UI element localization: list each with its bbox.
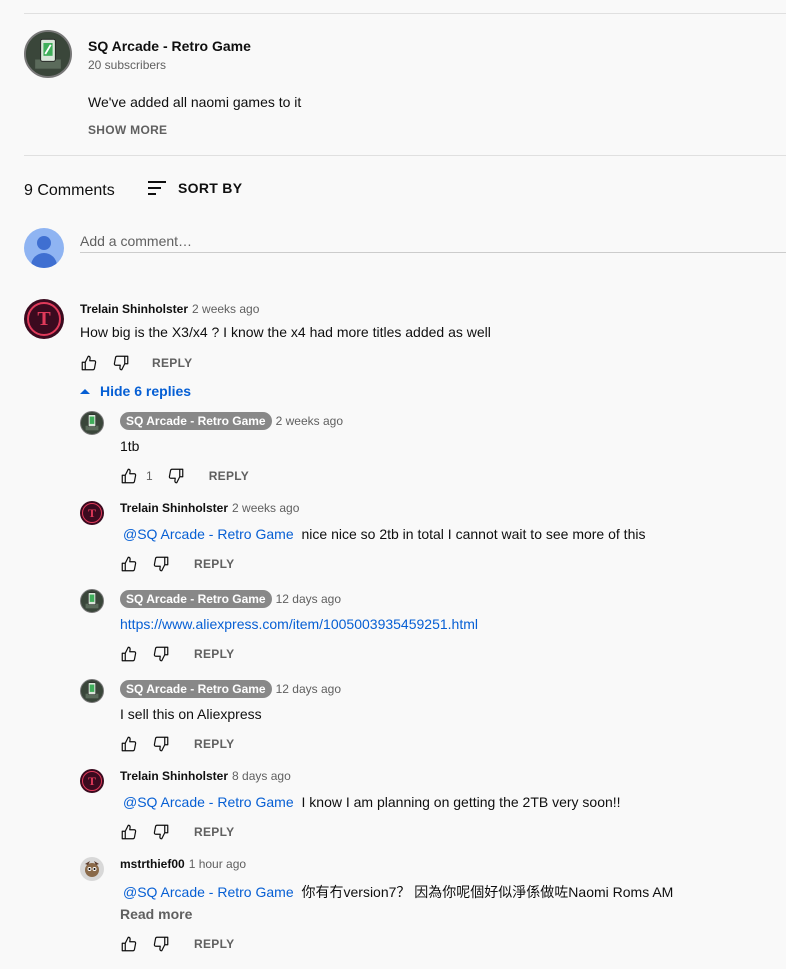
- show-more-button[interactable]: SHOW MORE: [88, 123, 167, 137]
- user-avatar-icon: [24, 228, 64, 268]
- thumb-up-icon[interactable]: [80, 354, 98, 372]
- thumb-up-icon[interactable]: [120, 645, 138, 663]
- reply-button[interactable]: REPLY: [194, 937, 234, 951]
- comment-text: How big is the X3/x4 ? I know the x4 had…: [80, 324, 491, 340]
- t-logo-icon: T: [87, 505, 96, 520]
- thumb-down-icon[interactable]: [167, 467, 185, 485]
- reply-item: mstrthief00 1 hour ago @SQ Arcade - Retro …: [80, 857, 786, 952]
- t-logo-icon: T: [37, 307, 51, 330]
- comment-text: 1tb: [120, 438, 139, 454]
- thumb-down-icon[interactable]: [152, 935, 170, 953]
- thumb-up-icon[interactable]: [120, 735, 138, 753]
- avatar[interactable]: [80, 589, 104, 613]
- comment-text: I sell this on Aliexpress: [120, 706, 262, 722]
- comment-text: @SQ Arcade - Retro Game nice nice so 2tb…: [120, 526, 645, 542]
- thumb-down-icon[interactable]: [152, 645, 170, 663]
- thumb-down-icon[interactable]: [152, 823, 170, 841]
- chevron-up-icon: [80, 388, 90, 394]
- comments-count: 9 Comments: [24, 182, 115, 199]
- avatar[interactable]: T: [80, 769, 104, 793]
- hide-replies-label: Hide 6 replies: [100, 383, 192, 399]
- sq-arcade-logo-icon: [26, 32, 70, 76]
- thumb-up-icon[interactable]: [120, 555, 138, 573]
- sort-by-label: SORT BY: [178, 180, 243, 196]
- thumb-up-icon[interactable]: [120, 935, 138, 953]
- mention-link[interactable]: @SQ Arcade - Retro Game: [123, 884, 294, 900]
- mention-link[interactable]: @SQ Arcade - Retro Game: [123, 794, 294, 810]
- reply-button[interactable]: REPLY: [194, 825, 234, 839]
- comment-time[interactable]: 8 days ago: [232, 769, 291, 783]
- top-divider: [24, 13, 786, 14]
- avatar[interactable]: [80, 857, 104, 881]
- comment-body: nice nice so 2tb in total I cannot wait …: [301, 526, 646, 542]
- thumb-up-icon[interactable]: [120, 467, 138, 485]
- comment-time[interactable]: 12 days ago: [276, 682, 341, 696]
- channel-name[interactable]: SQ Arcade - Retro Game: [88, 38, 251, 54]
- read-more-button[interactable]: Read more: [120, 906, 192, 922]
- comment-text: @SQ Arcade - Retro Game 你有冇version7？ 因為你…: [120, 882, 673, 902]
- comments-divider: [24, 155, 786, 156]
- add-comment-row: [24, 228, 786, 268]
- comment-time[interactable]: 12 days ago: [276, 592, 341, 606]
- avatar[interactable]: T: [80, 501, 104, 525]
- thumb-down-icon[interactable]: [152, 555, 170, 573]
- comment-body: I know I am planning on getting the 2TB …: [301, 794, 621, 810]
- reply-button[interactable]: REPLY: [194, 557, 234, 571]
- reply-button[interactable]: REPLY: [152, 356, 192, 370]
- comment-thread: T Trelain Shinholster 2 weeks ago How bi…: [24, 299, 786, 379]
- comment-author[interactable]: SQ Arcade - Retro Game: [120, 680, 272, 698]
- reply-item: SQ Arcade - Retro Game 12 days ago https:/…: [80, 589, 786, 662]
- reply-item: T Trelain Shinholster 8 days ago @SQ Arcade…: [80, 769, 786, 841]
- avatar[interactable]: [80, 411, 104, 435]
- comment-author[interactable]: mstrthief00: [120, 857, 185, 871]
- hide-replies-button[interactable]: Hide 6 replies: [80, 383, 191, 399]
- comment-body: 1tb: [120, 438, 140, 454]
- like-count: 1: [146, 469, 153, 483]
- reply-button[interactable]: REPLY: [194, 737, 234, 751]
- video-description: We've added all naomi games to it: [88, 94, 302, 110]
- avatar[interactable]: [80, 679, 104, 703]
- character-avatar-icon: [85, 861, 99, 877]
- comment-author[interactable]: SQ Arcade - Retro Game: [120, 590, 272, 608]
- t-logo-icon: T: [87, 773, 96, 788]
- thumb-down-icon[interactable]: [112, 354, 130, 372]
- comment-time[interactable]: 2 weeks ago: [232, 501, 299, 515]
- channel-description-card: SQ Arcade - Retro Game 20 subscribers We…: [24, 30, 786, 150]
- comment-author[interactable]: SQ Arcade - Retro Game: [120, 412, 272, 430]
- thumb-down-icon[interactable]: [152, 735, 170, 753]
- reply-button[interactable]: REPLY: [194, 647, 234, 661]
- mention-link[interactable]: @SQ Arcade - Retro Game: [123, 526, 294, 542]
- channel-avatar[interactable]: [24, 30, 72, 78]
- reply-item: SQ Arcade - Retro Game 2 weeks ago 1tb 1 REP…: [80, 411, 786, 484]
- comment-text: https://www.aliexpress.com/item/10050039…: [120, 616, 478, 632]
- comment-time[interactable]: 2 weeks ago: [192, 302, 259, 316]
- comment-time[interactable]: 1 hour ago: [189, 857, 246, 871]
- comment-body: I sell this on Aliexpress: [120, 706, 262, 722]
- comment-body: 你有冇version7？ 因為你呢個好似淨係做咗Naomi Roms AM: [301, 884, 674, 900]
- sort-icon: [148, 180, 166, 196]
- external-link[interactable]: https://www.aliexpress.com/item/10050039…: [120, 616, 478, 632]
- comment-time[interactable]: 2 weeks ago: [276, 414, 343, 428]
- comment-author[interactable]: Trelain Shinholster: [120, 769, 228, 783]
- sq-arcade-logo-icon: [85, 592, 99, 609]
- comment-author[interactable]: Trelain Shinholster: [120, 501, 228, 515]
- comment-text: @SQ Arcade - Retro Game I know I am plan…: [120, 794, 621, 810]
- sq-arcade-logo-icon: [85, 682, 99, 699]
- subscriber-count: 20 subscribers: [88, 58, 167, 72]
- avatar[interactable]: T: [24, 299, 64, 339]
- reply-item: T Trelain Shinholster 2 weeks ago @SQ Arcad…: [80, 501, 786, 573]
- reply-item: SQ Arcade - Retro Game 12 days ago I sell …: [80, 679, 786, 752]
- thumb-up-icon[interactable]: [120, 823, 138, 841]
- reply-button[interactable]: REPLY: [209, 469, 249, 483]
- sort-by-button[interactable]: SORT BY: [148, 180, 242, 196]
- sq-arcade-logo-icon: [85, 414, 99, 431]
- add-comment-input[interactable]: [80, 228, 786, 253]
- comment-author[interactable]: Trelain Shinholster: [80, 302, 188, 316]
